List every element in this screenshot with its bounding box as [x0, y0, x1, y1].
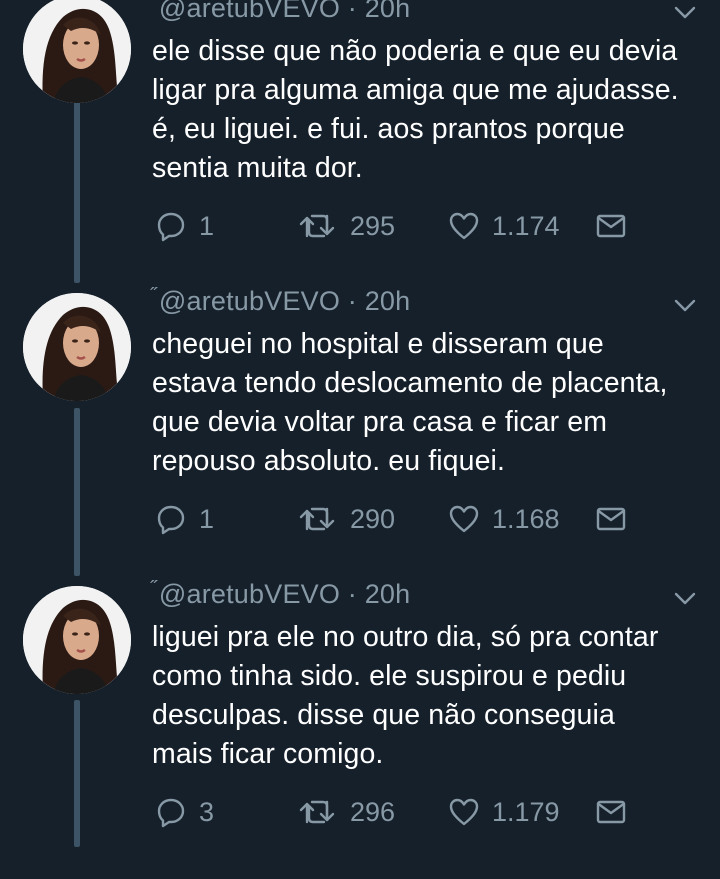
tweet-line: repouso absoluto. eu fiquei. [152, 445, 505, 477]
like-button[interactable]: 1.179 [448, 796, 560, 828]
tweet-actions: 1 290 1.168 [0, 503, 720, 543]
retweet-count: 296 [350, 796, 396, 827]
tweet-line: desculpas. disse que não conseguia [152, 699, 615, 731]
tweet-line: liguei pra ele no outro dia, só pra cont… [152, 621, 659, 653]
tweet-header: ˝@aretubVEVO · 20h [150, 578, 410, 610]
verified-mark-icon: ˝ [150, 0, 157, 14]
reply-count: 1 [199, 503, 215, 534]
tweet-text: cheguei no hospital e disseram que estav… [152, 325, 712, 481]
reply-count: 1 [199, 210, 215, 241]
like-count: 1.174 [492, 210, 560, 241]
verified-mark-icon: ˝ [150, 285, 157, 307]
envelope-icon [596, 214, 626, 238]
retweet-button[interactable]: 296 [298, 796, 395, 828]
user-handle[interactable]: @aretubVEVO [159, 286, 340, 316]
tweet-line: estava tendo deslocamento de placenta, [152, 367, 668, 399]
tweet-actions: 3 296 1.179 [0, 796, 720, 836]
share-button[interactable] [595, 503, 627, 535]
reply-button[interactable]: 1 [155, 503, 214, 535]
chevron-down-icon[interactable] [674, 6, 696, 20]
tweet[interactable]: ˝@aretubVEVO · 20h ele disse que não pod… [0, 0, 720, 293]
envelope-icon [596, 800, 626, 824]
heart-icon [449, 212, 479, 240]
tweet-actions: 1 295 1.174 [0, 210, 720, 250]
avatar[interactable] [23, 293, 131, 401]
tweet[interactable]: ˝@aretubVEVO · 20h cheguei no hospital e… [0, 285, 720, 586]
tweet[interactable]: ˝@aretubVEVO · 20h liguei pra ele no out… [0, 578, 720, 879]
heart-icon [449, 505, 479, 533]
tweet-line: sentia muita dor. [152, 152, 363, 184]
heart-icon [449, 798, 479, 826]
avatar[interactable] [23, 0, 131, 103]
reply-count: 3 [199, 796, 215, 827]
reply-button[interactable]: 3 [155, 796, 214, 828]
timestamp[interactable]: 20h [365, 579, 411, 609]
tweet-text: ele disse que não poderia e que eu devia… [152, 32, 712, 188]
separator: · [347, 286, 357, 316]
tweet-text: liguei pra ele no outro dia, só pra cont… [152, 618, 712, 774]
retweet-icon [299, 214, 335, 238]
user-handle[interactable]: @aretubVEVO [159, 579, 340, 609]
reply-icon [157, 505, 185, 535]
tweet-line: cheguei no hospital e disseram que [152, 328, 604, 360]
reply-icon [157, 212, 185, 242]
chevron-down-icon[interactable] [674, 592, 696, 606]
separator: · [347, 0, 357, 23]
tweet-header: ˝@aretubVEVO · 20h [150, 0, 410, 24]
envelope-icon [596, 507, 626, 531]
separator: · [347, 579, 357, 609]
retweet-count: 290 [350, 503, 396, 534]
tweet-line: que devia voltar pra casa e ficar em [152, 406, 608, 438]
reply-button[interactable]: 1 [155, 210, 214, 242]
reply-icon [157, 798, 185, 828]
retweet-button[interactable]: 290 [298, 503, 395, 535]
chevron-down-icon[interactable] [674, 299, 696, 313]
tweet-line: mais ficar comigo. [152, 738, 384, 770]
avatar[interactable] [23, 586, 131, 694]
retweet-button[interactable]: 295 [298, 210, 395, 242]
share-button[interactable] [595, 210, 627, 242]
timestamp[interactable]: 20h [365, 286, 411, 316]
like-button[interactable]: 1.174 [448, 210, 560, 242]
share-button[interactable] [595, 796, 627, 828]
retweet-count: 295 [350, 210, 396, 241]
tweet-line: ele disse que não poderia e que eu devia [152, 35, 678, 67]
like-count: 1.168 [492, 503, 560, 534]
verified-mark-icon: ˝ [150, 578, 157, 600]
tweet-line: ligar pra alguma amiga que me ajudasse. [152, 74, 679, 106]
like-button[interactable]: 1.168 [448, 503, 560, 535]
retweet-icon [299, 507, 335, 531]
tweet-line: é, eu liguei. e fui. aos prantos porque [152, 113, 625, 145]
tweet-header: ˝@aretubVEVO · 20h [150, 285, 410, 317]
user-handle[interactable]: @aretubVEVO [159, 0, 340, 23]
like-count: 1.179 [492, 796, 560, 827]
retweet-icon [299, 800, 335, 824]
timestamp[interactable]: 20h [365, 0, 411, 23]
tweet-line: como tinha sido. ele suspirou e pediu [152, 660, 627, 692]
